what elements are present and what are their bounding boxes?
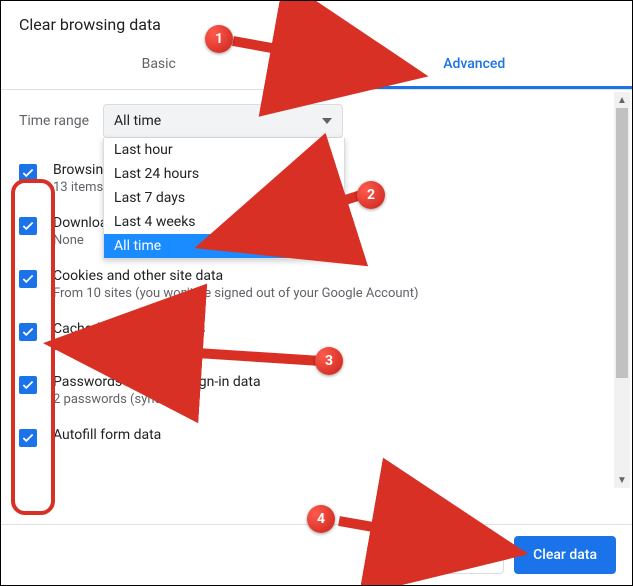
checkbox-browsing-history[interactable]	[19, 164, 37, 182]
time-range-dropdown: Last hour Last 24 hours Last 7 days Last…	[103, 138, 345, 259]
option-last-hour[interactable]: Last hour	[104, 138, 344, 162]
checkbox-autofill[interactable]	[19, 429, 37, 447]
item-title: Cookies and other site data	[53, 268, 418, 284]
time-range-select[interactable]: All time	[103, 104, 343, 138]
scroll-down-icon[interactable]: ▼	[614, 472, 630, 488]
callout-3: 3	[315, 347, 343, 375]
item-sub: From 10 sites (you won't be signed out o…	[53, 286, 418, 301]
dialog-footer: Cancel Clear data	[1, 524, 632, 585]
option-all-time[interactable]: All time	[104, 234, 344, 258]
scrollbar-thumb[interactable]	[616, 108, 628, 378]
option-last-24-hours[interactable]: Last 24 hours	[104, 162, 344, 186]
chevron-down-icon	[322, 118, 332, 124]
scroll-up-icon[interactable]: ▲	[614, 92, 630, 108]
list-item: Autofill form data	[19, 417, 614, 457]
checkbox-download-history[interactable]	[19, 217, 37, 235]
option-last-4-weeks[interactable]: Last 4 weeks	[104, 210, 344, 234]
clear-data-button[interactable]: Clear data	[514, 536, 616, 574]
item-title: Passwords and other sign-in data	[53, 374, 261, 390]
item-sub: 2 passwords (synced)	[53, 392, 261, 407]
scrollbar[interactable]: ▲ ▼	[614, 92, 630, 488]
callout-1: 1	[205, 25, 233, 53]
time-range-value: All time	[114, 113, 161, 129]
checkbox-passwords[interactable]	[19, 376, 37, 394]
tab-bar: Basic Advanced	[1, 42, 632, 90]
option-last-7-days[interactable]: Last 7 days	[104, 186, 344, 210]
list-item: Cookies and other site data From 10 sites…	[19, 258, 614, 311]
item-title: Cached images and files	[53, 321, 205, 337]
callout-2: 2	[357, 181, 385, 209]
dialog-body: Time range All time Last hour Last 24 ho…	[1, 90, 632, 502]
item-sub: 2.6 MB	[53, 339, 205, 354]
checkbox-cached[interactable]	[19, 323, 37, 341]
time-range-label: Time range	[19, 113, 89, 129]
item-title: Autofill form data	[53, 427, 161, 443]
cancel-button[interactable]: Cancel	[423, 536, 504, 574]
checkbox-cookies[interactable]	[19, 270, 37, 288]
dialog-title: Clear browsing data	[1, 1, 632, 42]
callout-4: 4	[307, 505, 335, 533]
tab-advanced[interactable]: Advanced	[317, 42, 633, 89]
tab-basic[interactable]: Basic	[1, 42, 317, 89]
list-item: Passwords and other sign-in data 2 passwo…	[19, 364, 614, 417]
